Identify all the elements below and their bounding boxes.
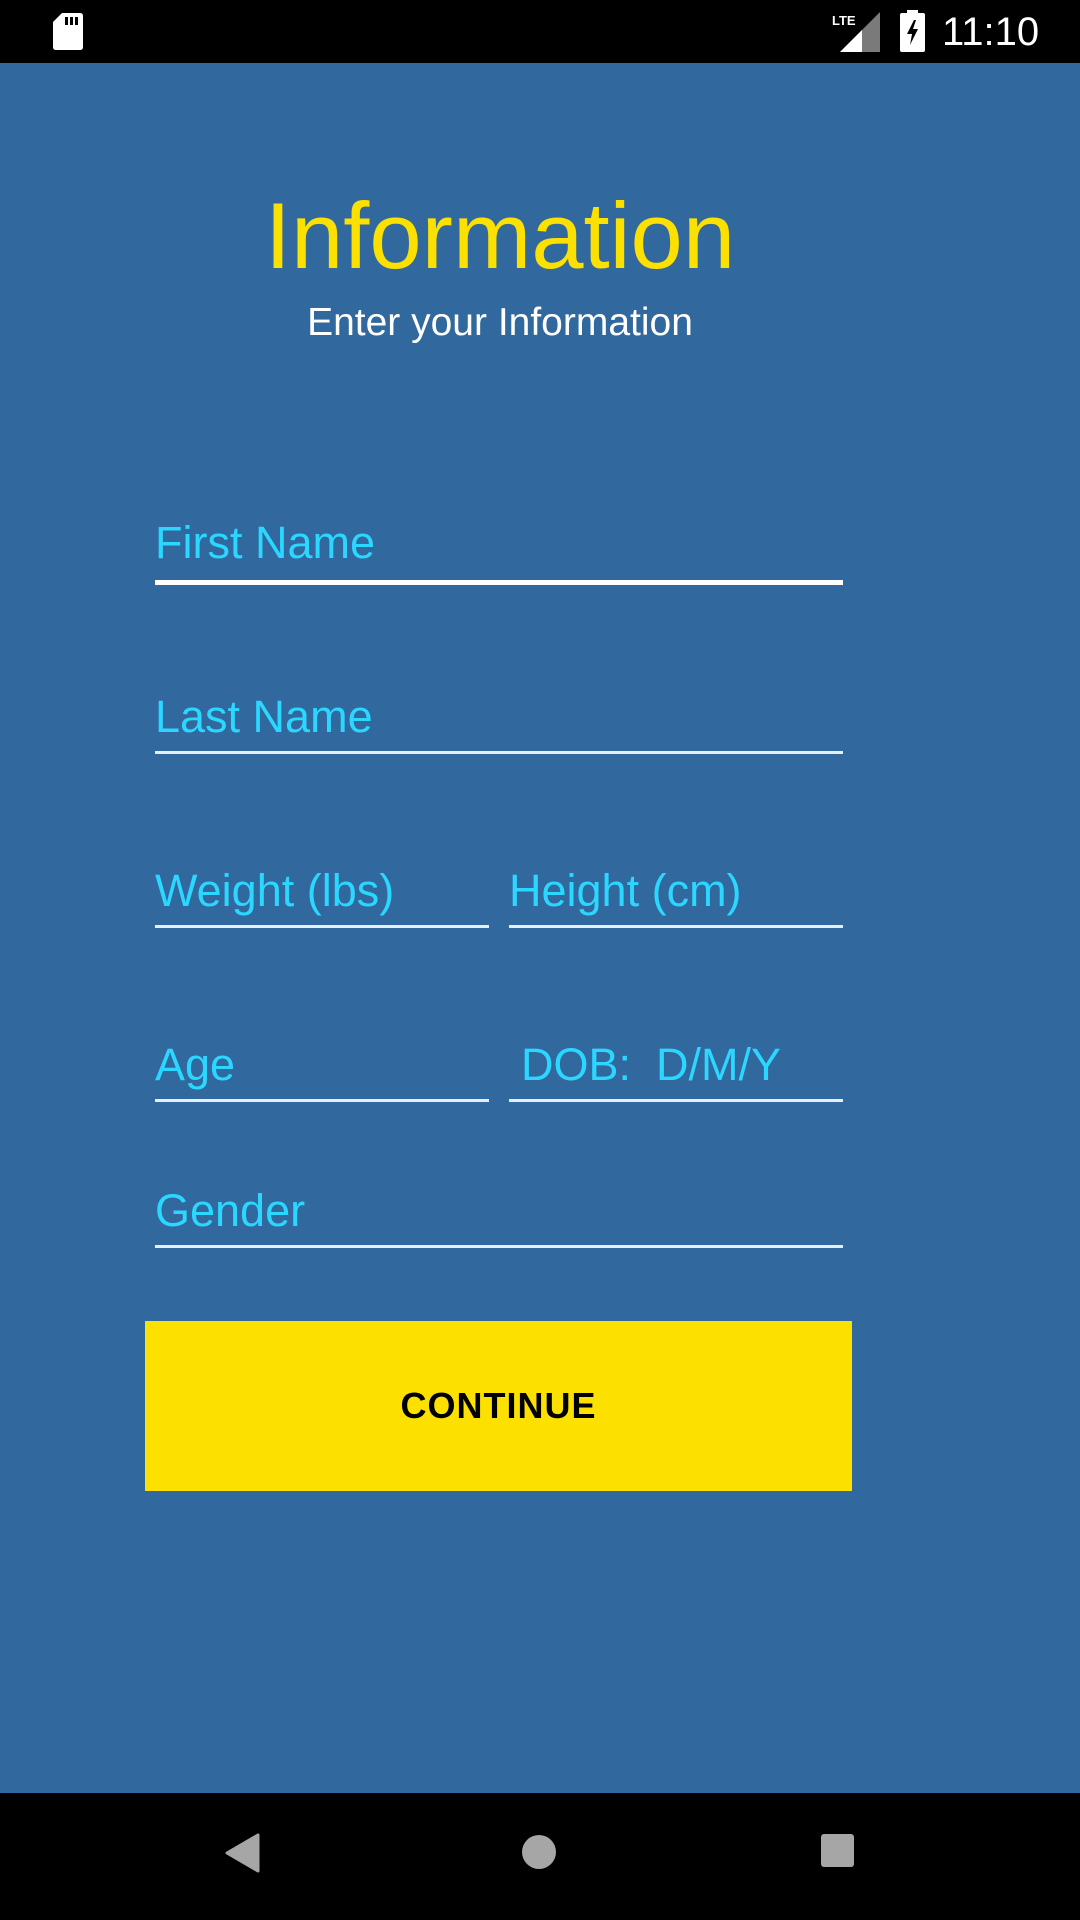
age-input[interactable] [155, 1030, 489, 1099]
gender-field[interactable] [155, 1176, 843, 1248]
battery-charging-icon [900, 10, 925, 52]
first-name-input[interactable] [155, 506, 843, 580]
gender-input[interactable] [155, 1176, 843, 1245]
height-input[interactable] [509, 856, 843, 925]
status-bar: LTE 11:10 [0, 0, 1080, 63]
dob-field[interactable] [509, 1030, 843, 1102]
last-name-input[interactable] [155, 682, 843, 751]
weight-field[interactable] [155, 856, 489, 928]
information-screen: Information Enter your Information CONTI… [0, 63, 1080, 1793]
status-time: 11:10 [942, 10, 1040, 54]
dob-input[interactable] [509, 1030, 843, 1099]
first-name-field[interactable] [155, 506, 843, 585]
last-name-field[interactable] [155, 682, 843, 754]
sd-card-icon [53, 13, 83, 50]
recents-icon[interactable] [821, 1834, 854, 1867]
age-field[interactable] [155, 1030, 489, 1102]
back-icon[interactable] [224, 1833, 260, 1873]
navigation-bar [0, 1793, 1080, 1920]
home-icon[interactable] [520, 1833, 558, 1871]
signal-icon: LTE [832, 12, 880, 52]
svg-text:LTE: LTE [832, 13, 856, 28]
height-field[interactable] [509, 856, 843, 928]
weight-input[interactable] [155, 856, 489, 925]
page-subtitle: Enter your Information [307, 301, 693, 344]
continue-button[interactable]: CONTINUE [145, 1321, 852, 1491]
page-title: Information [264, 183, 736, 288]
